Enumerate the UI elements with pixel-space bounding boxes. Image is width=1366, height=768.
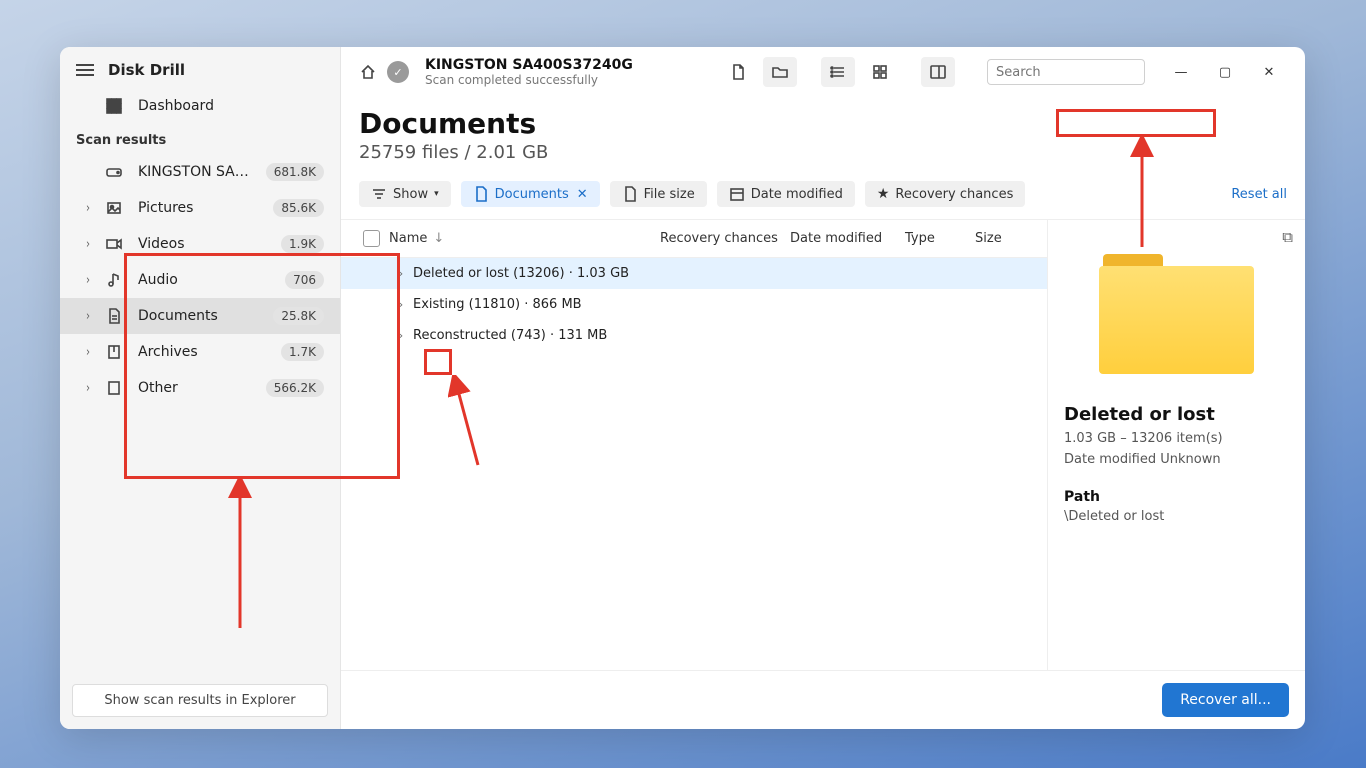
doc-icon	[104, 308, 124, 324]
sidebar-cat-badge: 706	[285, 271, 324, 289]
list-view-icon[interactable]	[821, 57, 855, 87]
datemod-filter[interactable]: Date modified	[717, 181, 855, 207]
grid-icon	[104, 98, 124, 114]
search-box[interactable]	[987, 59, 1145, 85]
other-icon	[104, 380, 124, 396]
reset-all-link[interactable]: Reset all	[1231, 187, 1287, 202]
show-filter[interactable]: Show▾	[359, 181, 451, 207]
sidebar-cat-badge: 85.6K	[273, 199, 324, 217]
sidebar-cat-label: Documents	[138, 308, 259, 324]
sidebar-item-dashboard[interactable]: Dashboard	[60, 89, 340, 123]
recover-all-button[interactable]: Recover all...	[1162, 683, 1289, 717]
file-icon[interactable]	[721, 57, 755, 87]
chevron-right-icon: ›	[86, 381, 90, 395]
page-title: Documents	[359, 107, 1287, 140]
panel-icon[interactable]	[921, 57, 955, 87]
table-row[interactable]: ›Reconstructed (743) · 131 MB	[341, 320, 1047, 351]
home-icon[interactable]	[357, 61, 379, 83]
drive-icon	[104, 164, 124, 180]
sidebar-cat-badge: 25.8K	[273, 307, 324, 325]
preview-path: \Deleted or lost	[1064, 509, 1289, 524]
sidebar-cat-label: Pictures	[138, 200, 259, 216]
sidebar-item-documents[interactable]: › Documents 25.8K	[60, 298, 340, 334]
table-row[interactable]: ›Deleted or lost (13206) · 1.03 GB	[341, 258, 1047, 289]
archive-icon	[104, 344, 124, 360]
sidebar-cat-label: Archives	[138, 344, 267, 360]
chevron-right-icon: ›	[86, 309, 90, 323]
hamburger-icon[interactable]	[76, 64, 94, 76]
page-subtitle: 25759 files / 2.01 GB	[359, 142, 1287, 163]
sidebar-drive-badge: 681.8K	[266, 163, 324, 181]
preview-title: Deleted or lost	[1064, 404, 1289, 425]
col-name[interactable]: Name	[389, 231, 427, 246]
sidebar-item-other[interactable]: › Other 566.2K	[60, 370, 340, 406]
chevron-right-icon: ›	[86, 237, 90, 251]
preview-pane: ⧉ Deleted or lost 1.03 GB – 13206 item(s…	[1047, 220, 1305, 670]
col-date[interactable]: Date modified	[790, 231, 905, 246]
folder-icon[interactable]	[763, 57, 797, 87]
sidebar-cat-label: Audio	[138, 272, 271, 288]
scan-title: KINGSTON SA400S37240G	[425, 57, 713, 73]
scan-subtitle: Scan completed successfully	[425, 73, 713, 87]
sidebar-section-scan-results: Scan results	[60, 123, 340, 154]
show-in-explorer-button[interactable]: Show scan results in Explorer	[72, 684, 328, 717]
preview-info-size: 1.03 GB – 13206 item(s)	[1064, 431, 1289, 446]
table-row[interactable]: ›Existing (11810) · 866 MB	[341, 289, 1047, 320]
row-label: Deleted or lost (13206) · 1.03 GB	[413, 266, 1035, 281]
maximize-button[interactable]: ▢	[1205, 57, 1245, 87]
video-icon	[104, 236, 124, 252]
row-label: Existing (11810) · 866 MB	[413, 297, 1035, 312]
audio-icon	[104, 272, 124, 288]
column-header: Name↓ Recovery chances Date modified Typ…	[341, 220, 1047, 258]
chevron-right-icon[interactable]: ›	[389, 329, 413, 342]
sidebar-cat-badge: 566.2K	[266, 379, 324, 397]
sidebar-item-videos[interactable]: › Videos 1.9K	[60, 226, 340, 262]
minimize-button[interactable]: —	[1161, 57, 1201, 87]
topbar: ✓ KINGSTON SA400S37240G Scan completed s…	[341, 47, 1305, 95]
check-icon: ✓	[387, 61, 409, 83]
sidebar-cat-label: Other	[138, 380, 252, 396]
app-title: Disk Drill	[108, 61, 185, 79]
sidebar: Disk Drill Dashboard Scan results KINGST…	[60, 47, 341, 729]
chevron-right-icon: ›	[86, 345, 90, 359]
preview-info-date: Date modified Unknown	[1064, 452, 1289, 467]
recovery-filter[interactable]: ★Recovery chances	[865, 181, 1025, 207]
sidebar-item-pictures[interactable]: › Pictures 85.6K	[60, 190, 340, 226]
sidebar-item-drive[interactable]: KINGSTON SA400S37... 681.8K	[60, 154, 340, 190]
image-icon	[104, 200, 124, 216]
col-size[interactable]: Size	[975, 231, 1035, 246]
sidebar-cat-label: Videos	[138, 236, 267, 252]
close-button[interactable]: ✕	[1249, 57, 1289, 87]
sidebar-drive-label: KINGSTON SA400S37...	[138, 164, 252, 180]
chevron-right-icon[interactable]: ›	[389, 298, 413, 311]
sidebar-item-audio[interactable]: › Audio 706	[60, 262, 340, 298]
row-label: Reconstructed (743) · 131 MB	[413, 328, 1035, 343]
documents-filter[interactable]: Documents✕	[461, 181, 600, 207]
col-recovery[interactable]: Recovery chances	[660, 231, 790, 246]
sidebar-cat-badge: 1.9K	[281, 235, 324, 253]
select-all-checkbox[interactable]	[363, 230, 380, 247]
sidebar-cat-badge: 1.7K	[281, 343, 324, 361]
folder-preview-icon	[1099, 254, 1254, 374]
external-icon[interactable]: ⧉	[1282, 228, 1293, 246]
sidebar-dashboard-label: Dashboard	[138, 98, 324, 114]
chevron-right-icon[interactable]: ›	[389, 267, 413, 280]
filesize-filter[interactable]: File size	[610, 181, 707, 207]
search-input[interactable]	[996, 65, 1166, 80]
chevron-right-icon: ›	[86, 201, 90, 215]
col-type[interactable]: Type	[905, 231, 975, 246]
sidebar-item-archives[interactable]: › Archives 1.7K	[60, 334, 340, 370]
chevron-right-icon: ›	[86, 273, 90, 287]
preview-path-label: Path	[1064, 489, 1289, 505]
grid-view-icon[interactable]	[863, 57, 897, 87]
